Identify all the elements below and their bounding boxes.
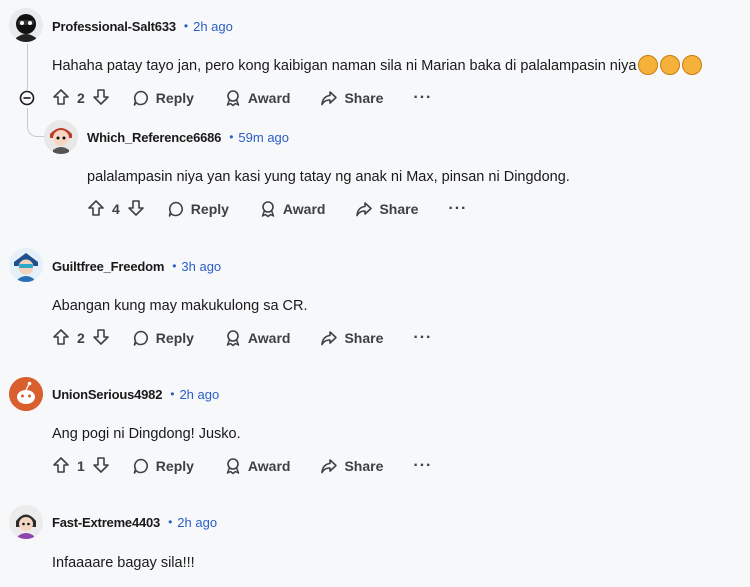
comment-actions: 1 Reply Award Share ··· xyxy=(52,455,432,477)
reply-label: Reply xyxy=(190,201,229,217)
reply-icon xyxy=(133,330,148,346)
more-options-button[interactable]: ··· xyxy=(413,89,432,107)
reply-button[interactable]: Reply xyxy=(132,457,194,475)
share-icon xyxy=(356,202,373,217)
comment-text: Abangan kung may makukulong sa CR. xyxy=(52,298,308,314)
separator-dot: • xyxy=(229,130,234,144)
separator-dot: • xyxy=(168,515,173,529)
username[interactable]: UnionSerious4982 xyxy=(52,387,162,402)
timestamp[interactable]: 2h ago xyxy=(177,515,217,530)
award-label: Award xyxy=(247,330,291,346)
share-label: Share xyxy=(344,90,384,106)
share-icon xyxy=(321,331,338,346)
vote-group: 2 xyxy=(52,88,110,109)
vote-count: 2 xyxy=(77,330,85,346)
downvote-icon[interactable] xyxy=(127,199,145,220)
avatar[interactable] xyxy=(44,120,78,154)
share-button[interactable]: Share xyxy=(320,457,383,475)
downvote-icon[interactable] xyxy=(92,328,110,349)
comment-body: Hahaha patay tayo jan, pero kong kaibiga… xyxy=(52,58,637,74)
vote-count: 4 xyxy=(112,201,120,217)
share-label: Share xyxy=(344,330,384,346)
thread-line xyxy=(27,44,28,90)
award-icon xyxy=(226,458,240,475)
avatar[interactable] xyxy=(9,248,43,282)
more-options-button[interactable]: ··· xyxy=(413,329,432,347)
comment-text: palalampasin niya yan kasi yung tatay ng… xyxy=(87,169,570,185)
reply-label: Reply xyxy=(155,330,194,346)
vote-count: 2 xyxy=(77,90,85,106)
timestamp[interactable]: 59m ago xyxy=(238,130,289,145)
award-label: Award xyxy=(247,458,291,474)
share-icon xyxy=(321,459,338,474)
share-button[interactable]: Share xyxy=(355,200,418,218)
vote-group: 4 xyxy=(87,199,145,220)
reply-button[interactable]: Reply xyxy=(132,329,194,347)
reply-label: Reply xyxy=(155,90,194,106)
joy-emoji xyxy=(660,55,681,76)
comment-text: Hahaha patay tayo jan, pero kong kaibiga… xyxy=(52,55,703,76)
reply-icon xyxy=(133,458,148,474)
reply-icon xyxy=(133,90,148,106)
share-label: Share xyxy=(344,458,384,474)
timestamp[interactable]: 2h ago xyxy=(193,19,233,34)
award-button[interactable]: Award xyxy=(224,457,291,475)
timestamp[interactable]: 2h ago xyxy=(179,387,219,402)
award-icon xyxy=(226,330,240,347)
upvote-icon[interactable] xyxy=(52,88,70,109)
comment-meta: UnionSerious4982 • 2h ago xyxy=(52,384,219,404)
vote-count: 1 xyxy=(77,458,85,474)
share-button[interactable]: Share xyxy=(320,329,383,347)
more-options-button[interactable]: ··· xyxy=(448,200,467,218)
downvote-icon[interactable] xyxy=(92,88,110,109)
avatar[interactable] xyxy=(9,505,43,539)
award-label: Award xyxy=(282,201,326,217)
separator-dot: • xyxy=(170,387,175,401)
comment-meta: Professional-Salt633 • 2h ago xyxy=(52,16,233,36)
vote-group: 2 xyxy=(52,328,110,349)
upvote-icon[interactable] xyxy=(87,199,105,220)
avatar[interactable] xyxy=(9,8,43,42)
comment-text: Ang pogi ni Dingdong! Jusko. xyxy=(52,426,241,442)
username[interactable]: Fast-Extreme4403 xyxy=(52,515,160,530)
reply-label: Reply xyxy=(155,458,194,474)
collapse-thread-button[interactable] xyxy=(19,90,35,106)
share-icon xyxy=(321,91,338,106)
upvote-icon[interactable] xyxy=(52,456,70,477)
comment-actions: 2 Reply Award Share ··· xyxy=(52,87,432,109)
downvote-icon[interactable] xyxy=(92,456,110,477)
share-label: Share xyxy=(379,201,419,217)
award-label: Award xyxy=(247,90,291,106)
rofl-emoji xyxy=(638,55,659,76)
username[interactable]: Which_Reference6686 xyxy=(87,130,221,145)
reply-icon xyxy=(168,201,183,217)
award-button[interactable]: Award xyxy=(259,200,326,218)
comment-text: Infaaaare bagay sila!!! xyxy=(52,555,195,571)
upvote-icon[interactable] xyxy=(52,328,70,349)
award-icon xyxy=(261,201,275,218)
avatar[interactable] xyxy=(9,377,43,411)
reply-button[interactable]: Reply xyxy=(167,200,229,218)
separator-dot: • xyxy=(172,259,177,273)
award-button[interactable]: Award xyxy=(224,89,291,107)
comment-meta: Fast-Extreme4403 • 2h ago xyxy=(52,512,217,532)
share-button[interactable]: Share xyxy=(320,89,383,107)
comment-actions: 2 Reply Award Share ··· xyxy=(52,327,432,349)
comment-actions: 4 Reply Award Share ··· xyxy=(87,198,467,220)
vote-group: 1 xyxy=(52,456,110,477)
rofl-emoji xyxy=(682,55,703,76)
comment-meta: Which_Reference6686 • 59m ago xyxy=(87,127,289,147)
award-icon xyxy=(226,90,240,107)
timestamp[interactable]: 3h ago xyxy=(181,259,221,274)
more-options-button[interactable]: ··· xyxy=(413,457,432,475)
username[interactable]: Guiltfree_Freedom xyxy=(52,259,164,274)
username[interactable]: Professional-Salt633 xyxy=(52,19,176,34)
separator-dot: • xyxy=(183,19,189,33)
comment-meta: Guiltfree_Freedom • 3h ago xyxy=(52,256,221,276)
award-button[interactable]: Award xyxy=(224,329,291,347)
reply-button[interactable]: Reply xyxy=(132,89,194,107)
